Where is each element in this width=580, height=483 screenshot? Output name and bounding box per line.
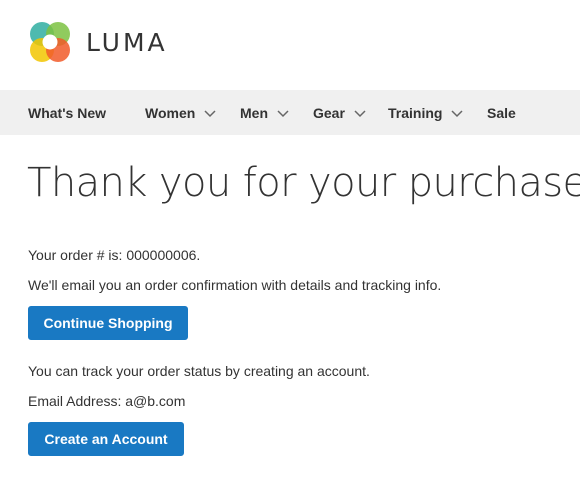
nav-item-label: Sale bbox=[487, 104, 516, 121]
nav-item-label: Training bbox=[388, 104, 443, 121]
email-address-text: Email Address: a@b.com bbox=[28, 393, 186, 409]
main-navigation: What's New Women Men Gear Training Sale bbox=[0, 90, 580, 135]
chevron-down-icon bbox=[354, 105, 366, 121]
nav-item-label: What's New bbox=[28, 104, 107, 121]
nav-item-women[interactable]: Women bbox=[145, 105, 216, 121]
luma-logo-icon bbox=[30, 22, 70, 62]
continue-shopping-button[interactable]: Continue Shopping bbox=[28, 306, 188, 340]
nav-item-whats-new[interactable]: What's New bbox=[28, 105, 106, 121]
email-confirmation-text: We'll email you an order confirmation wi… bbox=[28, 277, 442, 293]
page-header: LUMA bbox=[0, 0, 580, 90]
nav-item-label: Gear bbox=[313, 104, 345, 121]
nav-item-sale[interactable]: Sale bbox=[487, 105, 516, 121]
page-title: Thank you for your purchase! bbox=[27, 160, 580, 206]
nav-item-training[interactable]: Training bbox=[388, 105, 463, 121]
chevron-down-icon bbox=[204, 105, 216, 121]
luma-logo[interactable]: LUMA bbox=[28, 20, 168, 64]
nav-item-label: Women bbox=[145, 104, 196, 121]
nav-item-label: Men bbox=[240, 104, 268, 121]
create-account-button[interactable]: Create an Account bbox=[28, 422, 184, 456]
logo-text: LUMA bbox=[86, 27, 168, 57]
track-order-text: You can track your order status by creat… bbox=[28, 363, 370, 379]
chevron-down-icon bbox=[451, 105, 463, 121]
order-number-text: Your order # is: 000000006. bbox=[28, 247, 201, 263]
nav-item-men[interactable]: Men bbox=[240, 105, 289, 121]
nav-item-gear[interactable]: Gear bbox=[313, 105, 366, 121]
chevron-down-icon bbox=[277, 105, 289, 121]
